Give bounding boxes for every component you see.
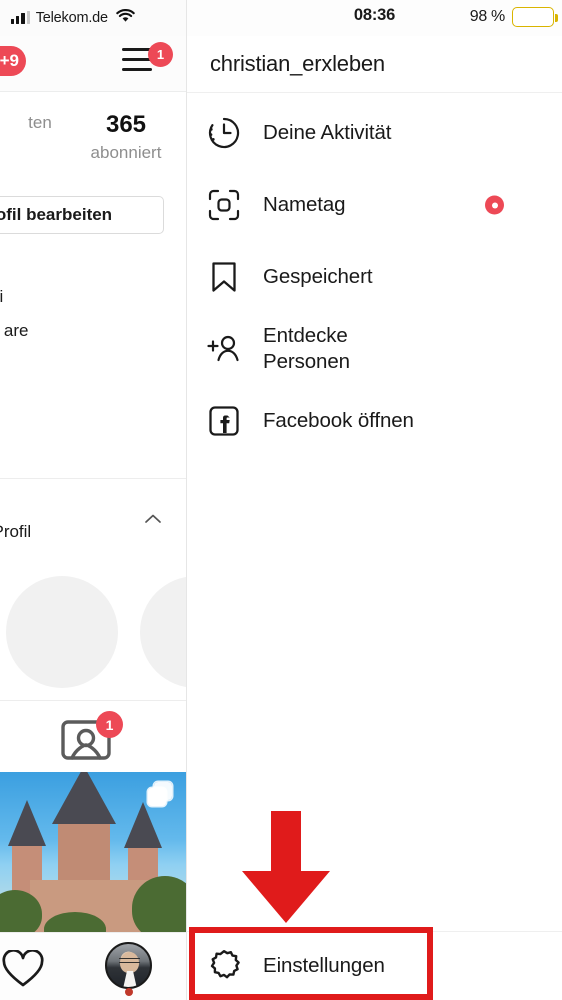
battery-icon — [512, 7, 558, 27]
menu-username-header[interactable]: christian_erxleben — [187, 36, 562, 93]
menu-item-facebook-oeffnen[interactable]: Facebook öffnen — [187, 385, 562, 457]
nametag-new-badge — [485, 195, 504, 215]
photo-of-you-icon[interactable]: 1 — [60, 711, 123, 766]
photo-count-badge: 1 — [96, 711, 123, 738]
activity-clock-icon — [205, 114, 243, 152]
menu-item-einstellungen[interactable]: Einstellungen — [187, 932, 562, 1000]
add-person-icon — [205, 330, 243, 368]
annotation-arrow — [238, 811, 334, 923]
carrier-group: Telekom.de — [0, 8, 135, 28]
story-placeholder-circle[interactable] — [6, 576, 118, 688]
battery-percent: 98 % — [469, 8, 506, 25]
nametag-scan-icon — [205, 186, 243, 224]
hamburger-badge: 1 — [148, 42, 173, 67]
stat-following[interactable]: 365 abonniert — [66, 110, 186, 166]
divider — [0, 700, 186, 701]
menu-item-label: Facebook öffnen — [263, 409, 414, 432]
menu-item-label: Gespeichert — [263, 265, 373, 288]
profile-section-label: deinem Profil — [0, 522, 32, 541]
menu-item-label: Nametag — [263, 193, 346, 216]
menu-item-deine-aktivitaet[interactable]: Deine Aktivität — [187, 97, 562, 169]
menu-item-label: Deine Aktivität — [263, 121, 392, 144]
stat-followers[interactable]: ten — [14, 110, 66, 166]
signal-bars-icon — [11, 11, 30, 24]
menu-item-entdecke-personen[interactable]: Entdecke Personen — [187, 313, 562, 385]
profile-stats: ten 365 abonniert — [0, 110, 186, 166]
carrier-name: Telekom.de — [35, 10, 108, 26]
battery-group: 98 % — [469, 7, 558, 27]
profile-bio: redakteur bei s ⚽ | These are — [0, 287, 29, 340]
menu-item-label: Entdecke Personen — [263, 324, 350, 373]
settings-label: Einstellungen — [263, 954, 385, 977]
hamburger-menu-button[interactable]: 1 — [122, 42, 173, 78]
menu-items-list: Deine Aktivität Nametag Gespeichert Entd… — [187, 97, 562, 457]
menu-item-nametag[interactable]: Nametag — [187, 169, 562, 241]
wifi-icon — [116, 8, 135, 28]
settings-gear-icon — [205, 947, 243, 985]
heart-icon[interactable] — [2, 948, 44, 995]
facebook-icon — [205, 402, 243, 440]
post-thumbnail[interactable] — [0, 772, 186, 932]
nav-notification-dot — [125, 988, 133, 996]
profile-background-panel: Telekom.de +9 1 ten 365 abonniert ofil b… — [0, 0, 186, 1000]
instagram-profile-menu-screen: Telekom.de +9 1 ten 365 abonniert ofil b… — [0, 0, 562, 1000]
profile-avatar-icon[interactable] — [105, 942, 152, 989]
bookmark-icon — [205, 258, 243, 296]
status-bar: 08:36 98 % — [187, 0, 562, 36]
left-status-bar: Telekom.de — [0, 0, 186, 36]
edit-profile-button[interactable]: Profil bearbeiten — [0, 196, 164, 234]
menu-item-gespeichert[interactable]: Gespeichert — [187, 241, 562, 313]
multi-photo-icon — [148, 782, 172, 806]
divider — [0, 478, 186, 479]
username-label: christian_erxleben — [210, 51, 385, 76]
story-placeholder-circle[interactable] — [140, 576, 186, 688]
